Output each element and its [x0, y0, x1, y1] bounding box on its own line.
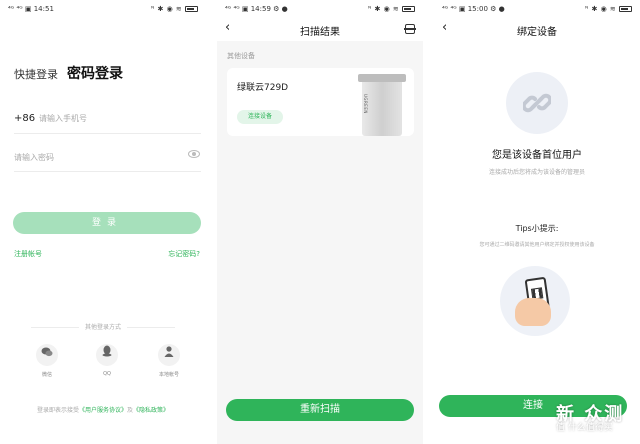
privacy-link[interactable]: 《隐私政策》 [133, 407, 169, 414]
qq-icon[interactable] [96, 344, 118, 366]
scan-result-screen: ⁴ᴳ ⁴ᴳ ▣ 14:59 ⚙ ● ᴺ ✱ ◉ ≋ ‹ 扫描结果 其他设备 绿联… [217, 0, 423, 444]
first-user-title: 您是该设备首位用户 [492, 150, 582, 161]
wechat-icon[interactable] [36, 344, 58, 366]
login-button[interactable]: 登录 [13, 212, 201, 234]
password-input[interactable]: 请输入密码 [14, 152, 54, 163]
social-label: 微信 [41, 372, 52, 378]
watermark-sub: 值 什么值得买 [556, 423, 613, 433]
device-card[interactable]: 绿联云729D 连接设备 UGREEN [227, 68, 414, 136]
page-title: 扫描结果 [300, 27, 340, 38]
status-left: ⁴ᴳ ⁴ᴳ ▣ 14:51 [8, 5, 54, 13]
phone-input[interactable]: 请输入手机号 [39, 113, 87, 124]
battery-icon [402, 6, 415, 12]
terms-link[interactable]: 《用户服务协议》 [79, 407, 127, 414]
status-right: ᴺ ✱ ◉ ≋ [585, 5, 632, 13]
divider [14, 171, 201, 172]
user-icon[interactable] [158, 344, 180, 366]
social-label: QQ [103, 371, 111, 377]
battery-icon [185, 6, 198, 12]
status-bar: ⁴ᴳ ⁴ᴳ ▣ 14:51 ᴺ ✱ ◉ ≋ [0, 0, 206, 18]
login-screen: ⁴ᴳ ⁴ᴳ ▣ 14:51 ᴺ ✱ ◉ ≋ 快捷登录 密码登录 +86 请输入手… [0, 0, 206, 444]
section-label: 其他设备 [227, 52, 255, 60]
status-left: ⁴ᴳ ⁴ᴳ ▣ 14:59 ⚙ ● [225, 5, 288, 13]
bind-device-screen: ⁴ᴳ ⁴ᴳ ▣ 15:00 ⚙ ● ᴺ ✱ ◉ ≋ ‹ 绑定设备 您是该设备首位… [434, 0, 640, 444]
link-icon [506, 72, 568, 134]
connect-device-button[interactable]: 连接设备 [237, 110, 283, 124]
tab-quick-login[interactable]: 快捷登录 [14, 66, 58, 82]
country-code[interactable]: +86 [14, 113, 35, 124]
status-bar: ⁴ᴳ ⁴ᴳ ▣ 15:00 ⚙ ● ᴺ ✱ ◉ ≋ [434, 0, 640, 18]
hand-icon [515, 298, 551, 326]
device-name: 绿联云729D [237, 83, 289, 93]
tips-title: Tips小提示: [515, 224, 559, 233]
tab-password-login[interactable]: 密码登录 [67, 63, 123, 83]
register-link[interactable]: 注册帐号 [14, 249, 42, 259]
agreement-text: 登录即表示接受《用户服务协议》及《隐私政策》 [36, 407, 170, 414]
first-user-subtitle: 连接成功后您将成为该设备的管理员 [488, 169, 585, 176]
scan-icon[interactable] [404, 24, 416, 34]
social-label: 本地帐号 [158, 372, 179, 378]
other-login-title: 其他登录方式 [0, 322, 206, 331]
forgot-password-link[interactable]: 忘记密码? [168, 249, 200, 259]
qr-scan-illustration [500, 266, 570, 336]
eye-icon[interactable] [188, 150, 200, 158]
tips-text: 您可通过二维码邀请其他用户绑定并授权使用该设备 [479, 242, 595, 248]
page-title: 绑定设备 [517, 27, 557, 38]
device-logo: UGREEN [363, 94, 368, 114]
status-bar: ⁴ᴳ ⁴ᴳ ▣ 14:59 ⚙ ● ᴺ ✱ ◉ ≋ [217, 0, 423, 18]
status-left: ⁴ᴳ ⁴ᴳ ▣ 15:00 ⚙ ● [442, 5, 505, 13]
divider [14, 133, 201, 134]
rescan-button[interactable]: 重新扫描 [226, 399, 414, 421]
status-right: ᴺ ✱ ◉ ≋ [151, 5, 198, 13]
status-right: ᴺ ✱ ◉ ≋ [368, 5, 415, 13]
nas-device-image: UGREEN [356, 74, 408, 136]
battery-icon [619, 6, 632, 12]
